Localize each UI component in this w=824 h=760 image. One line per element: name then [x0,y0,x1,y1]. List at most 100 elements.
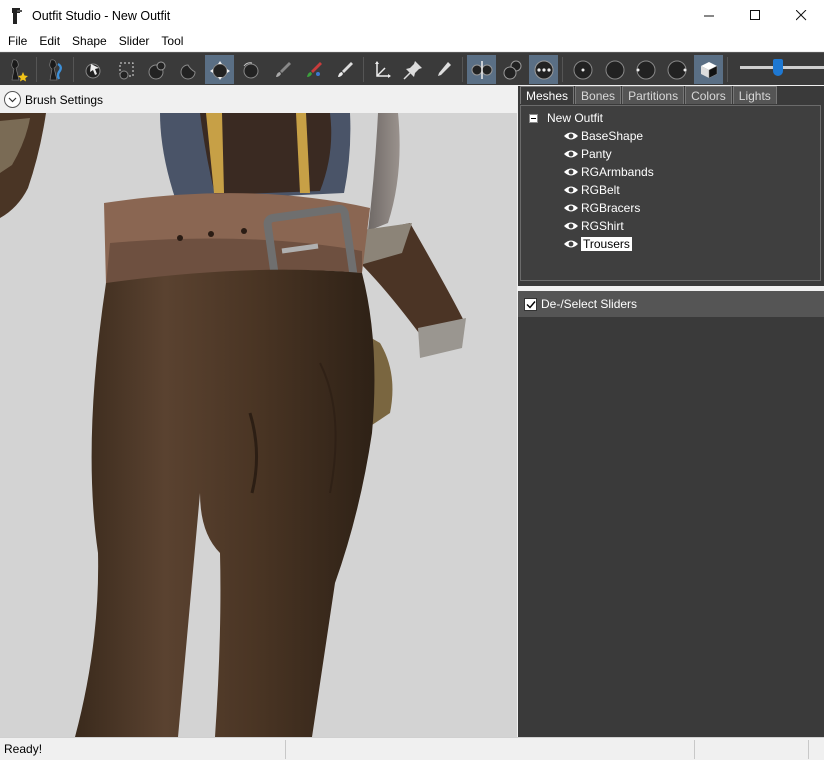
move-arrows-icon [209,60,230,80]
tree-node-label: BaseShape [581,129,644,143]
slider-list[interactable] [518,317,824,737]
status-text: Ready! [4,742,43,756]
color-paint-tool[interactable] [299,55,328,84]
tree-node-label: Panty [581,147,612,161]
connected-spheres-icon [503,60,521,79]
eye-icon[interactable] [563,149,579,159]
tab-bones[interactable]: Bones [575,86,622,104]
collapse-icon[interactable] [529,113,538,123]
meshes-panel: Meshes Bones Partitions Colors Lights Ne… [518,86,824,286]
tree-node[interactable]: BaseShape [563,127,643,145]
tab-partitions[interactable]: Partitions [622,86,685,104]
color-brush-icon [306,61,322,77]
view-right-tool[interactable] [662,55,691,84]
pivot-tool[interactable] [398,55,427,84]
3d-viewport[interactable] [0,113,517,737]
bump-icon [148,61,165,79]
alpha-paint-tool[interactable] [330,55,359,84]
pen-icon [437,61,451,76]
outfit-studio-logo-icon [12,7,22,24]
menu-slider[interactable]: Slider [113,31,156,51]
tree-node[interactable]: Trousers [563,235,632,253]
tree-node[interactable]: RGShirt [563,217,624,235]
menu-tool[interactable]: Tool [155,31,189,51]
title-bar: Outfit Studio - New Outfit [0,0,824,31]
x-mirror-tool[interactable] [467,55,496,84]
smooth-tool[interactable] [236,55,265,84]
tree-node-label: Trousers [581,237,632,251]
tab-colors[interactable]: Colors [685,86,732,104]
minimize-icon [703,15,714,17]
vertex-edit-tool[interactable] [429,55,458,84]
chevron-down-icon[interactable] [4,91,21,108]
mesh-tree[interactable]: New Outfit BaseShape Panty RGArmbands RGBel… [520,105,821,281]
tree-node[interactable]: RGBelt [563,181,620,199]
tab-meshes[interactable]: Meshes [520,86,575,104]
perspective-tool[interactable] [694,55,723,84]
slider-header[interactable]: De-/Select Sliders [518,291,824,317]
toolbar [0,52,824,85]
axes-icon [374,60,391,78]
figure-star-icon [10,59,28,81]
view-front-tool[interactable] [568,55,597,84]
view-back-tool[interactable] [600,55,629,84]
eye-icon[interactable] [563,239,579,249]
figure-blue-icon [48,59,62,80]
new-project-tool[interactable] [3,55,32,84]
connected-only-tool[interactable] [498,55,527,84]
view-left-tool[interactable] [631,55,660,84]
tree-node[interactable]: RGBracers [563,199,640,217]
menu-shape[interactable]: Shape [66,31,113,51]
tab-lights[interactable]: Lights [732,86,777,104]
checkmark-icon [526,300,536,309]
weight-paint-tool[interactable] [268,55,297,84]
menu-edit[interactable]: Edit [33,31,66,51]
inflate-tool[interactable] [142,55,171,84]
move-tool[interactable] [205,55,234,84]
maximize-button[interactable] [732,0,778,31]
eye-icon[interactable] [563,167,579,177]
deselect-sliders-checkbox[interactable] [524,297,537,311]
status-bar: Ready! [0,737,824,760]
load-outfit-tool[interactable] [40,55,69,84]
deflate-tool[interactable] [173,55,202,84]
maximize-icon [749,10,760,20]
white-brush-icon [337,61,353,77]
tree-node[interactable]: RGArmbands [563,163,654,181]
minimize-button[interactable] [686,0,732,31]
mirror-icon [471,60,492,79]
smooth-sphere-icon [243,61,258,78]
window-title: Outfit Studio - New Outfit [32,8,171,23]
tree-node-label: RGShirt [581,219,624,233]
tree-root[interactable]: New Outfit [529,109,603,127]
transform-tool[interactable] [367,55,396,84]
close-icon [795,10,806,21]
tree-root-label: New Outfit [547,111,604,125]
eye-icon[interactable] [563,131,579,141]
sphere-left-icon [636,60,655,79]
menu-file[interactable]: File [2,31,33,51]
dotted-rect-icon [119,62,133,79]
close-button[interactable] [778,0,824,31]
gray-brush-icon [275,61,291,77]
global-dots-icon [534,60,553,79]
dent-icon [179,63,196,79]
sphere-right-icon [667,60,686,79]
select-tool[interactable] [78,55,107,84]
eye-icon[interactable] [563,185,579,195]
mask-tool[interactable] [111,55,140,84]
global-brush-tool[interactable] [529,55,558,84]
tree-node[interactable]: Panty [563,145,612,163]
cube-icon [700,61,717,78]
tree-node-label: RGBracers [581,201,641,215]
eye-icon[interactable] [563,203,579,213]
sphere-back-icon [605,60,624,79]
window-controls [686,0,824,31]
field-of-view-slider-thumb[interactable] [772,59,783,76]
model-render [0,113,466,737]
eye-icon[interactable] [563,221,579,231]
tree-node-label: RGBelt [581,183,620,197]
tree-node-label: RGArmbands [581,165,654,179]
slider-header-label: De-/Select Sliders [541,297,638,311]
brush-settings-header[interactable]: Brush Settings [0,86,517,113]
